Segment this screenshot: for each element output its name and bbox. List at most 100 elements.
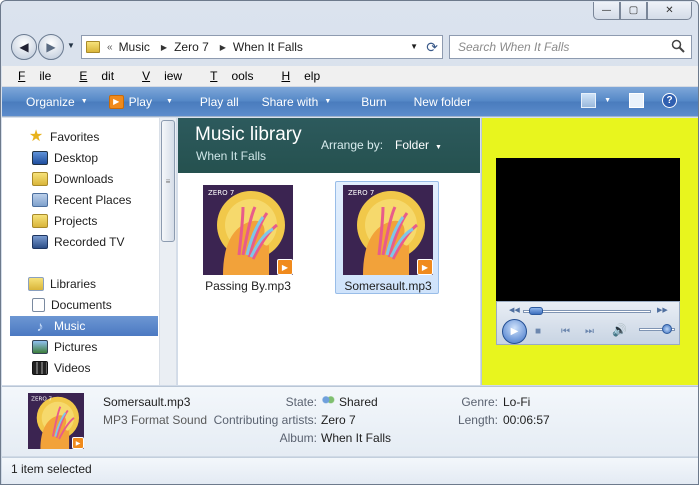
- recorded-tv-icon: [32, 235, 48, 249]
- library-subtitle: When It Falls: [196, 149, 267, 163]
- nav-label: Projects: [54, 214, 98, 228]
- pictures-icon: [32, 340, 48, 354]
- command-bar-right: ▼ ?: [563, 93, 677, 108]
- file-name: Somersault.mp3: [344, 279, 432, 293]
- media-preview-screen: [496, 158, 680, 301]
- back-arrow-icon: ◀: [19, 40, 29, 54]
- preview-pane-icon[interactable]: [629, 93, 644, 108]
- chevron-down-icon: ▼: [324, 98, 332, 105]
- search-icon[interactable]: [671, 39, 685, 53]
- nav-label: Videos: [54, 361, 91, 375]
- genre-value[interactable]: Lo-Fi: [503, 395, 530, 409]
- videos-icon: [32, 361, 48, 375]
- view-options-dropdown-icon[interactable]: ▼: [604, 97, 611, 104]
- volume-thumb[interactable]: [661, 324, 672, 334]
- nav-downloads[interactable]: Downloads: [10, 169, 158, 189]
- nav-documents[interactable]: Documents: [10, 295, 158, 315]
- desktop-icon: [32, 151, 48, 165]
- details-album-art: ZERO 7 ▶: [28, 393, 84, 449]
- menu-file[interactable]: File: [18, 69, 65, 83]
- seek-thumb[interactable]: [528, 307, 543, 315]
- menu-help[interactable]: Help: [281, 69, 334, 83]
- scrollbar-thumb[interactable]: ≡: [161, 120, 175, 242]
- folder-icon: [32, 214, 48, 228]
- nav-music[interactable]: ♪ Music: [10, 316, 158, 336]
- menu-bar: File Edit View Tools Help: [2, 66, 698, 87]
- nav-pictures[interactable]: Pictures: [10, 337, 158, 357]
- volume-icon[interactable]: 🔊: [612, 323, 627, 337]
- documents-icon: [32, 298, 45, 312]
- menu-view[interactable]: View: [142, 69, 196, 83]
- nav-label: Recent Places: [54, 193, 132, 207]
- nav-videos[interactable]: Videos: [10, 358, 158, 378]
- contributing-artists-value[interactable]: Zero 7: [321, 413, 356, 427]
- media-overlay-icon: ▶: [277, 259, 293, 275]
- menu-edit[interactable]: Edit: [79, 69, 128, 83]
- album-value[interactable]: When It Falls: [321, 431, 391, 445]
- nav-favorites[interactable]: ★ Favorites: [10, 127, 158, 147]
- fast-forward-icon[interactable]: ▶▶: [657, 306, 668, 314]
- previous-icon[interactable]: ⏮: [561, 326, 570, 337]
- explorer-window: — ▢ ✕ ◀ ▶ ▼ « Music ▶ Zero 7 ▶ When It F…: [0, 0, 699, 485]
- folder-icon: [86, 41, 100, 53]
- stop-icon[interactable]: ■: [535, 326, 541, 337]
- nav-libraries[interactable]: Libraries: [10, 274, 158, 294]
- details-pane: ZERO 7 ▶ Somersault.mp3 MP3 Format Sound…: [2, 386, 698, 456]
- next-icon[interactable]: ⏭: [585, 326, 594, 337]
- file-item-passing-by[interactable]: ZERO 7 ▶ Passing By.mp3: [195, 181, 299, 294]
- nav-label: Music: [54, 319, 86, 333]
- new-folder-button[interactable]: New folder: [414, 95, 471, 109]
- seek-bar[interactable]: ◀◀ ▶▶: [507, 306, 671, 316]
- address-bar[interactable]: « Music ▶ Zero 7 ▶ When It Falls ▼ ⟳: [81, 35, 443, 59]
- rewind-icon[interactable]: ◀◀: [509, 306, 520, 314]
- arrange-by-dropdown[interactable]: Folder ▼: [395, 138, 442, 152]
- share-with-button[interactable]: Share with ▼: [262, 95, 332, 109]
- address-overflow-button[interactable]: «: [107, 42, 113, 53]
- state-value: Shared: [321, 395, 378, 409]
- nav-recent-places[interactable]: Recent Places: [10, 190, 158, 210]
- help-icon[interactable]: ?: [662, 93, 677, 108]
- play-button[interactable]: ▶ Play ▼: [108, 94, 173, 109]
- details-file-name: Somersault.mp3: [103, 395, 191, 409]
- back-button[interactable]: ◀: [11, 34, 37, 60]
- chevron-down-icon: ▼: [165, 98, 173, 105]
- music-note-icon: ♪: [36, 318, 44, 334]
- genre-label: Genre:: [461, 395, 498, 409]
- breadcrumb-music[interactable]: Music: [119, 40, 150, 54]
- breadcrumb-separator-icon[interactable]: ▶: [220, 43, 226, 52]
- change-view-icon[interactable]: [581, 93, 597, 108]
- downloads-folder-icon: [32, 172, 48, 186]
- chevron-down-icon: ▼: [80, 98, 88, 105]
- navpane-scrollbar[interactable]: ≡: [159, 118, 176, 385]
- nav-label: Libraries: [50, 277, 97, 291]
- recent-pages-dropdown-icon[interactable]: ▼: [67, 41, 75, 50]
- minimize-button[interactable]: —: [593, 2, 620, 20]
- album-label: Album:: [279, 431, 317, 445]
- nav-recorded-tv[interactable]: Recorded TV: [10, 232, 158, 252]
- play-all-button[interactable]: Play all: [200, 95, 239, 109]
- status-bar: 1 item selected: [2, 457, 698, 484]
- search-input[interactable]: Search When It Falls: [449, 35, 692, 59]
- breadcrumb-separator-icon[interactable]: ▶: [161, 43, 167, 52]
- navigation-pane: ★ Favorites Desktop Downloads Recent Pla…: [2, 118, 177, 385]
- nav-projects[interactable]: Projects: [10, 211, 158, 231]
- organize-button[interactable]: Organize ▼: [26, 95, 88, 109]
- breadcrumb-zero7[interactable]: Zero 7: [174, 40, 209, 54]
- play-button[interactable]: ▶: [502, 319, 527, 344]
- menu-tools[interactable]: Tools: [210, 69, 267, 83]
- burn-button[interactable]: Burn: [361, 95, 386, 109]
- file-item-somersault[interactable]: ZERO 7 ▶ Somersault.mp3: [335, 181, 439, 294]
- chevron-down-icon: ▼: [435, 144, 442, 151]
- refresh-icon[interactable]: ⟳: [426, 39, 438, 56]
- preview-pane: ◀◀ ▶▶ ▶ ■ ⏮ ⏭ 🔊: [481, 118, 698, 385]
- close-button[interactable]: ✕: [647, 2, 692, 20]
- maximize-button[interactable]: ▢: [620, 2, 647, 20]
- length-label: Length:: [457, 413, 498, 427]
- nav-label: Favorites: [50, 130, 100, 144]
- address-dropdown-icon[interactable]: ▼: [410, 42, 418, 51]
- breadcrumb-when-it-falls[interactable]: When It Falls: [233, 40, 303, 54]
- nav-desktop[interactable]: Desktop: [10, 148, 158, 168]
- library-header: Music library When It Falls Arrange by: …: [178, 118, 480, 173]
- forward-button[interactable]: ▶: [38, 34, 64, 60]
- album-art-text: ZERO 7: [348, 189, 374, 197]
